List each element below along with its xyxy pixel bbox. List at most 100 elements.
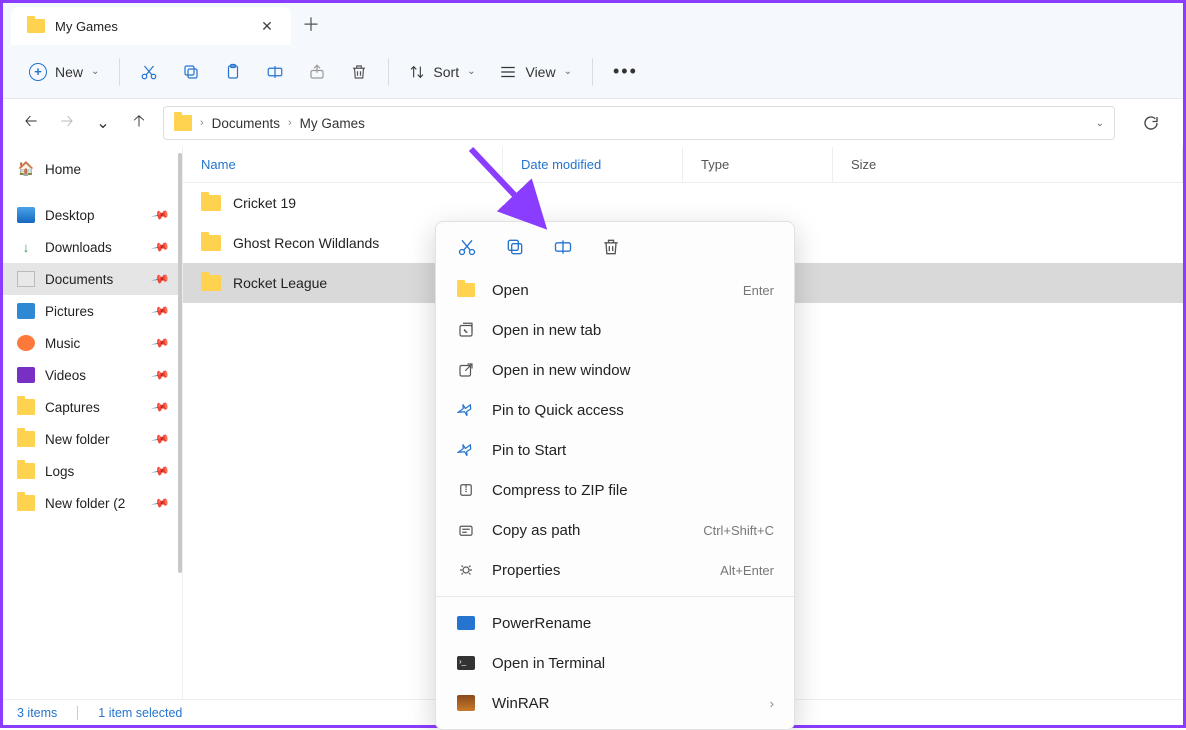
file-name: Rocket League bbox=[233, 275, 327, 291]
new-button[interactable]: + New ⌄ bbox=[19, 54, 109, 90]
folder-icon bbox=[456, 280, 476, 300]
sidebar-item-logs[interactable]: Logs 📌 bbox=[3, 455, 182, 487]
sidebar-item-label: Desktop bbox=[45, 208, 95, 223]
pin-icon: 📌 bbox=[150, 429, 170, 449]
column-size[interactable]: Size bbox=[833, 147, 1183, 182]
sidebar-item-downloads[interactable]: ↓Downloads📌 bbox=[3, 231, 182, 263]
rename-action[interactable] bbox=[552, 236, 574, 258]
sidebar-item-label: Logs bbox=[45, 464, 74, 479]
pin-icon: 📌 bbox=[150, 397, 170, 417]
separator bbox=[119, 58, 120, 86]
sidebar-item-label: Pictures bbox=[45, 304, 94, 319]
ctx-label: Pin to Quick access bbox=[492, 402, 624, 419]
cut-action[interactable] bbox=[456, 236, 478, 258]
forward-button[interactable]: 🡢 bbox=[55, 111, 79, 135]
sidebar-item-label: Captures bbox=[45, 400, 100, 415]
sort-button[interactable]: Sort ⌄ bbox=[399, 54, 485, 90]
sidebar-item-desktop[interactable]: Desktop 📌 bbox=[3, 199, 182, 231]
rename-button[interactable] bbox=[256, 54, 294, 90]
plus-circle-icon: + bbox=[29, 63, 47, 81]
delete-action[interactable] bbox=[600, 236, 622, 258]
file-row[interactable]: Cricket 19 bbox=[183, 183, 1183, 223]
sort-icon bbox=[409, 64, 425, 80]
view-icon bbox=[499, 65, 517, 79]
sidebar-item-pictures[interactable]: Pictures📌 bbox=[3, 295, 182, 327]
ctx-label: Open in Terminal bbox=[492, 655, 605, 672]
sidebar-item-music[interactable]: Music📌 bbox=[3, 327, 182, 359]
pin-icon: 📌 bbox=[150, 493, 170, 513]
ctx-open[interactable]: Open Enter bbox=[436, 270, 794, 310]
pin-icon: 📌 bbox=[150, 205, 170, 225]
ctx-winrar[interactable]: WinRAR› bbox=[436, 683, 794, 723]
share-button[interactable] bbox=[298, 54, 336, 90]
chevron-right-icon: › bbox=[200, 117, 204, 129]
separator bbox=[592, 58, 593, 86]
ctx-pin-to-start[interactable]: Pin to Start bbox=[436, 430, 794, 470]
terminal-icon: ›_ bbox=[456, 653, 476, 673]
sidebar-item-label: New folder bbox=[45, 432, 110, 447]
more-button[interactable]: ••• bbox=[603, 54, 648, 90]
sidebar-item-captures[interactable]: Captures 📌 bbox=[3, 391, 182, 423]
powerrename-icon bbox=[456, 613, 476, 633]
ctx-open-in-new-tab[interactable]: Open in new tab bbox=[436, 310, 794, 350]
refresh-button[interactable] bbox=[1135, 107, 1167, 139]
sidebar-item-home[interactable]: 🏠Home bbox=[3, 153, 182, 185]
sidebar: 🏠HomeDesktop📌↓Downloads📌Documents📌Pictur… bbox=[3, 147, 183, 700]
recent-button[interactable]: ⌄ bbox=[91, 111, 115, 135]
sidebar-item-label: Videos bbox=[45, 368, 86, 383]
external-icon bbox=[456, 360, 476, 380]
address-bar: 🡠 🡢 ⌄ 🡡 › Documents › My Games ⌄ bbox=[3, 99, 1183, 147]
file-name: Ghost Recon Wildlands bbox=[233, 235, 379, 251]
chevron-down-icon[interactable]: ⌄ bbox=[1096, 118, 1104, 129]
paste-button[interactable] bbox=[214, 54, 252, 90]
delete-button[interactable] bbox=[340, 54, 378, 90]
copy-action[interactable] bbox=[504, 236, 526, 258]
cut-button[interactable] bbox=[130, 54, 168, 90]
sidebar-item-documents[interactable]: Documents📌 bbox=[3, 263, 182, 295]
selection-count: 1 item selected bbox=[77, 706, 182, 720]
pin-icon bbox=[456, 400, 476, 420]
ctx-label: Open bbox=[492, 282, 529, 299]
item-count: 3 items bbox=[17, 706, 57, 720]
ctx-compress-to-zip-file[interactable]: Compress to ZIP file bbox=[436, 470, 794, 510]
ctx-properties[interactable]: PropertiesAlt+Enter bbox=[436, 550, 794, 590]
ctx-powerrename[interactable]: PowerRename bbox=[436, 603, 794, 643]
titlebar: My Games ✕ ＋ bbox=[3, 3, 1183, 45]
zip-icon bbox=[456, 480, 476, 500]
breadcrumb-part[interactable]: Documents bbox=[212, 116, 280, 131]
sort-label: Sort bbox=[433, 64, 459, 80]
ctx-shortcut: Enter bbox=[743, 283, 774, 298]
sidebar-item-new-folder-2[interactable]: New folder (2📌 bbox=[3, 487, 182, 519]
copypath-icon bbox=[456, 520, 476, 540]
ctx-pin-to-quick-access[interactable]: Pin to Quick access bbox=[436, 390, 794, 430]
view-button[interactable]: View ⌄ bbox=[489, 54, 581, 90]
sidebar-item-label: Music bbox=[45, 336, 80, 351]
new-label: New bbox=[55, 64, 83, 80]
sidebar-item-videos[interactable]: Videos📌 bbox=[3, 359, 182, 391]
add-tab-button[interactable]: ＋ bbox=[291, 3, 331, 45]
breadcrumb-part[interactable]: My Games bbox=[300, 116, 365, 131]
ctx-open-in-new-window[interactable]: Open in new window bbox=[436, 350, 794, 390]
sidebar-item-new-folder[interactable]: New folder 📌 bbox=[3, 423, 182, 455]
column-name[interactable]: Nameˆ bbox=[183, 147, 503, 182]
chevron-down-icon: ⌄ bbox=[91, 66, 99, 77]
file-name: Cricket 19 bbox=[233, 195, 296, 211]
ctx-label: Properties bbox=[492, 562, 560, 579]
close-tab-button[interactable]: ✕ bbox=[259, 18, 275, 34]
breadcrumb[interactable]: › Documents › My Games ⌄ bbox=[163, 106, 1115, 140]
tab-title: My Games bbox=[55, 19, 249, 34]
ctx-copy-as-path[interactable]: Copy as pathCtrl+Shift+C bbox=[436, 510, 794, 550]
sort-asc-icon: ˆ bbox=[481, 159, 484, 170]
column-type[interactable]: Type bbox=[683, 147, 833, 182]
ctx-open-in-terminal[interactable]: ›_ Open in Terminal bbox=[436, 643, 794, 683]
ctx-label: PowerRename bbox=[492, 615, 591, 632]
window-tab[interactable]: My Games ✕ bbox=[11, 7, 291, 45]
column-date[interactable]: Date modified bbox=[503, 147, 683, 182]
ctx-label: Compress to ZIP file bbox=[492, 482, 628, 499]
ctx-label: Pin to Start bbox=[492, 442, 566, 459]
up-button[interactable]: 🡡 bbox=[127, 111, 151, 135]
sidebar-item-label: Documents bbox=[45, 272, 113, 287]
pin-icon: 📌 bbox=[150, 461, 170, 481]
back-button[interactable]: 🡠 bbox=[19, 111, 43, 135]
copy-button[interactable] bbox=[172, 54, 210, 90]
